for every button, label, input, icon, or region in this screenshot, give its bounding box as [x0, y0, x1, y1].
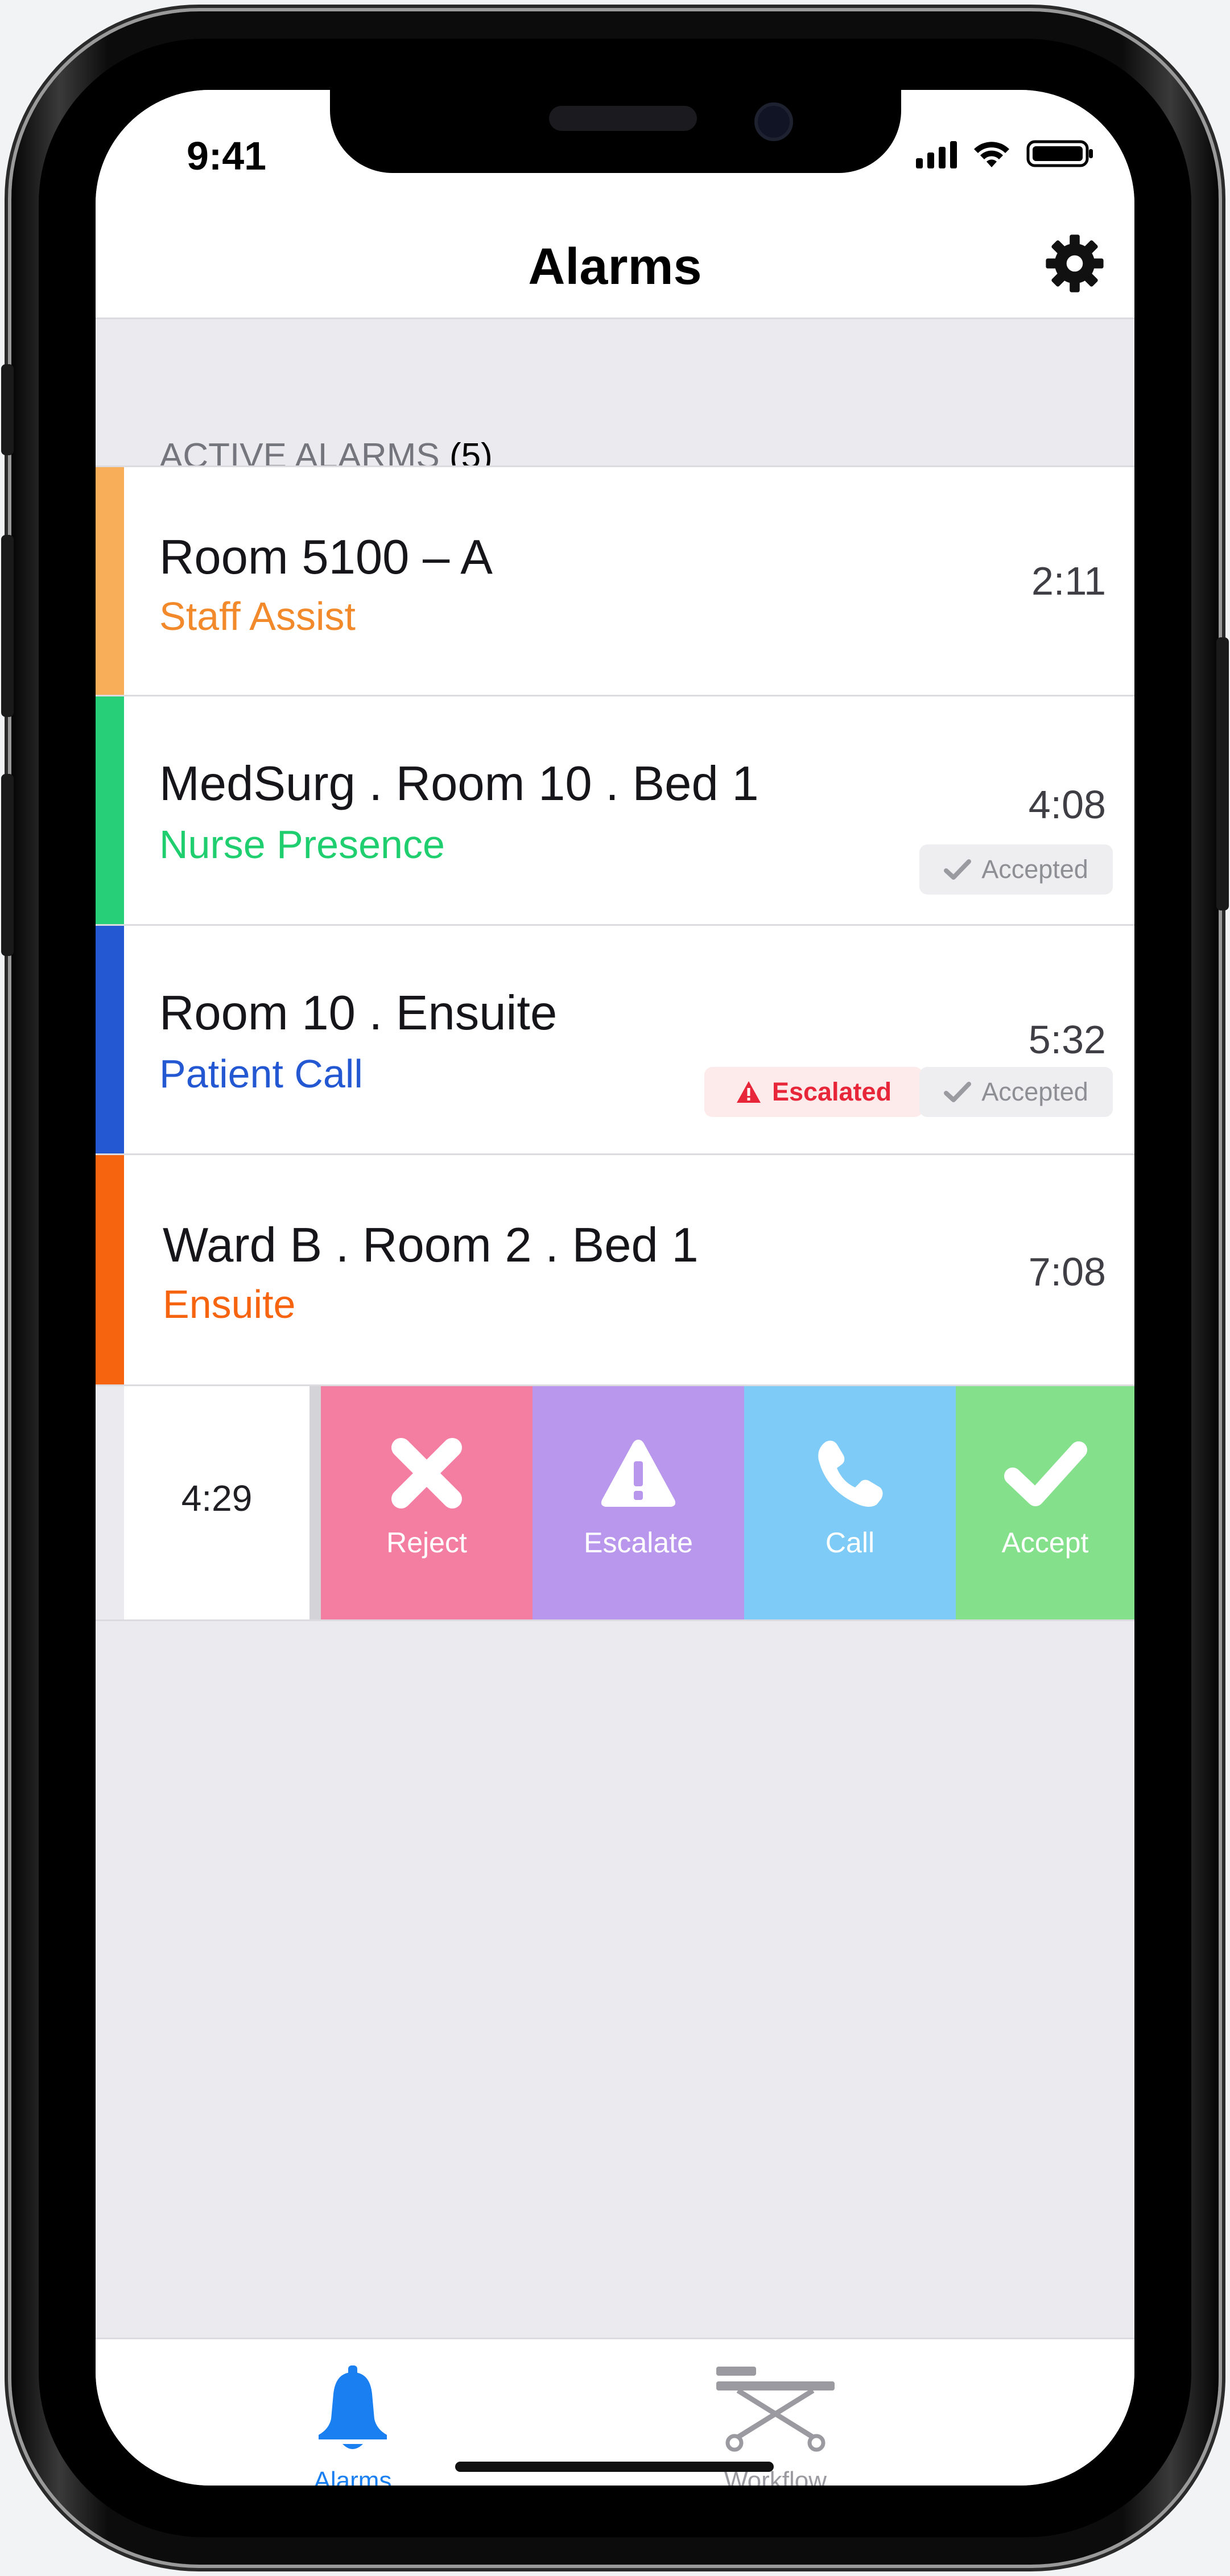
- tab-alarms-label: Alarms: [313, 2467, 392, 2486]
- alarm-location: Room 5100 – A: [159, 530, 493, 584]
- escalate-button[interactable]: Escalate: [533, 1386, 744, 1619]
- accept-button[interactable]: Accept: [956, 1386, 1134, 1619]
- accepted-badge: Accepted: [919, 844, 1113, 895]
- accept-label: Accept: [1001, 1527, 1089, 1559]
- alarm-elapsed-time: 5:32: [1028, 1017, 1106, 1062]
- front-camera: [754, 102, 793, 141]
- home-indicator[interactable]: [455, 2462, 774, 2472]
- reject-button[interactable]: Reject: [321, 1386, 533, 1619]
- alarm-priority-bar: [96, 696, 124, 924]
- battery-icon: [1026, 140, 1093, 167]
- alarm-type: Staff Assist: [159, 594, 356, 638]
- alarm-priority-bar: [96, 1155, 124, 1386]
- warning-icon: [736, 1081, 761, 1103]
- status-time: 9:41: [187, 134, 267, 178]
- check-icon: [944, 859, 972, 880]
- swiped-row-content[interactable]: 4:29: [124, 1386, 309, 1619]
- alarm-elapsed-time: 4:29: [181, 1478, 253, 1519]
- accepted-badge: Accepted: [919, 1067, 1113, 1117]
- call-button[interactable]: Call: [744, 1386, 956, 1619]
- alarm-row[interactable]: Ward B . Room 2 . Bed 1 Ensuite 7:08: [96, 1153, 1134, 1386]
- escalated-badge: Escalated: [704, 1067, 923, 1117]
- alarm-type: Ensuite: [163, 1282, 296, 1326]
- swipe-handle[interactable]: [309, 1386, 321, 1619]
- accepted-label: Accepted: [981, 1077, 1088, 1106]
- volume-up-button: [1, 535, 14, 717]
- wifi-icon: [974, 142, 1009, 167]
- alarm-type: Nurse Presence: [159, 822, 445, 867]
- section-header: ACTIVE ALARMS (5): [96, 318, 1134, 476]
- alarm-elapsed-time: 4:08: [1028, 782, 1106, 827]
- accepted-label: Accepted: [981, 855, 1088, 884]
- alarm-location: Ward B . Room 2 . Bed 1: [163, 1218, 699, 1272]
- phone-icon: [818, 1440, 883, 1507]
- gear-icon[interactable]: [1043, 232, 1106, 295]
- navigation-bar: Alarms: [96, 175, 1134, 319]
- app-screen: 9:41 Alarms ACTIVE ALARMS (5) Room 5100 …: [96, 90, 1134, 2486]
- alarm-priority-bar: [96, 467, 124, 695]
- alarm-row[interactable]: Room 10 . Ensuite Patient Call 5:32 Esca…: [96, 924, 1134, 1153]
- check-icon: [1004, 1441, 1087, 1506]
- speaker-grille: [549, 106, 697, 131]
- escalate-label: Escalate: [584, 1527, 693, 1559]
- page-title: Alarms: [528, 238, 702, 295]
- reject-label: Reject: [386, 1527, 467, 1559]
- warning-icon: [601, 1440, 676, 1507]
- stretcher-icon: [716, 2367, 835, 2452]
- alarm-elapsed-time: 7:08: [1028, 1250, 1106, 1294]
- notch: [330, 90, 901, 173]
- alarm-type: Patient Call: [159, 1052, 363, 1096]
- alarm-priority-bar: [96, 926, 124, 1153]
- check-icon: [944, 1082, 972, 1102]
- bell-icon: [319, 2365, 387, 2449]
- x-icon: [391, 1438, 462, 1508]
- volume-down-button: [1, 774, 14, 956]
- cellular-signal-icon: [916, 140, 957, 168]
- power-button: [1216, 637, 1229, 910]
- swiped-alarm-row[interactable]: 4:29 Reject Escalate Call Accept: [96, 1384, 1134, 1621]
- alarm-row[interactable]: Room 5100 – A Staff Assist 2:11: [96, 465, 1134, 695]
- alarm-elapsed-time: 2:11: [1031, 559, 1106, 603]
- alarm-location: MedSurg . Room 10 . Bed 1: [159, 757, 759, 811]
- alarm-row[interactable]: MedSurg . Room 10 . Bed 1 Nurse Presence…: [96, 695, 1134, 924]
- alarm-location: Room 10 . Ensuite: [159, 986, 558, 1040]
- silent-switch: [1, 364, 14, 455]
- call-label: Call: [825, 1527, 875, 1559]
- escalated-label: Escalated: [771, 1077, 892, 1106]
- status-icons: [916, 139, 1095, 168]
